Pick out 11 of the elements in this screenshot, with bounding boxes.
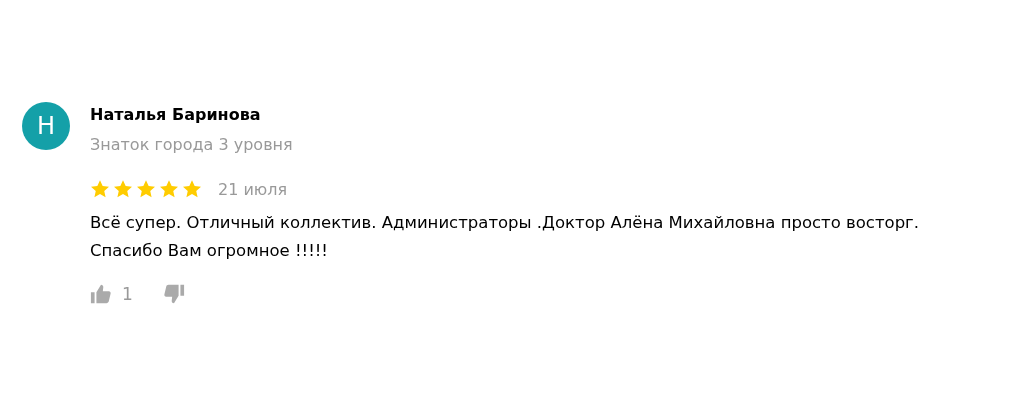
star-icon	[159, 179, 179, 199]
author-name[interactable]: Наталья Баринова	[90, 103, 920, 127]
star-icon	[90, 179, 110, 199]
star-icon	[136, 179, 156, 199]
author-level: Знаток города 3 уровня	[90, 134, 294, 156]
avatar: Н	[22, 102, 70, 150]
dislike-button[interactable]	[162, 283, 185, 305]
review-text: Всё супер. Отличный коллектив. Администраторы .Доктор Алёна Михайловна просто восторг. Спасибо Вам огромное !!!!!	[90, 212, 920, 262]
review-date: 21 июля	[218, 179, 288, 199]
star-icon	[182, 179, 202, 199]
star-icon	[113, 179, 133, 199]
